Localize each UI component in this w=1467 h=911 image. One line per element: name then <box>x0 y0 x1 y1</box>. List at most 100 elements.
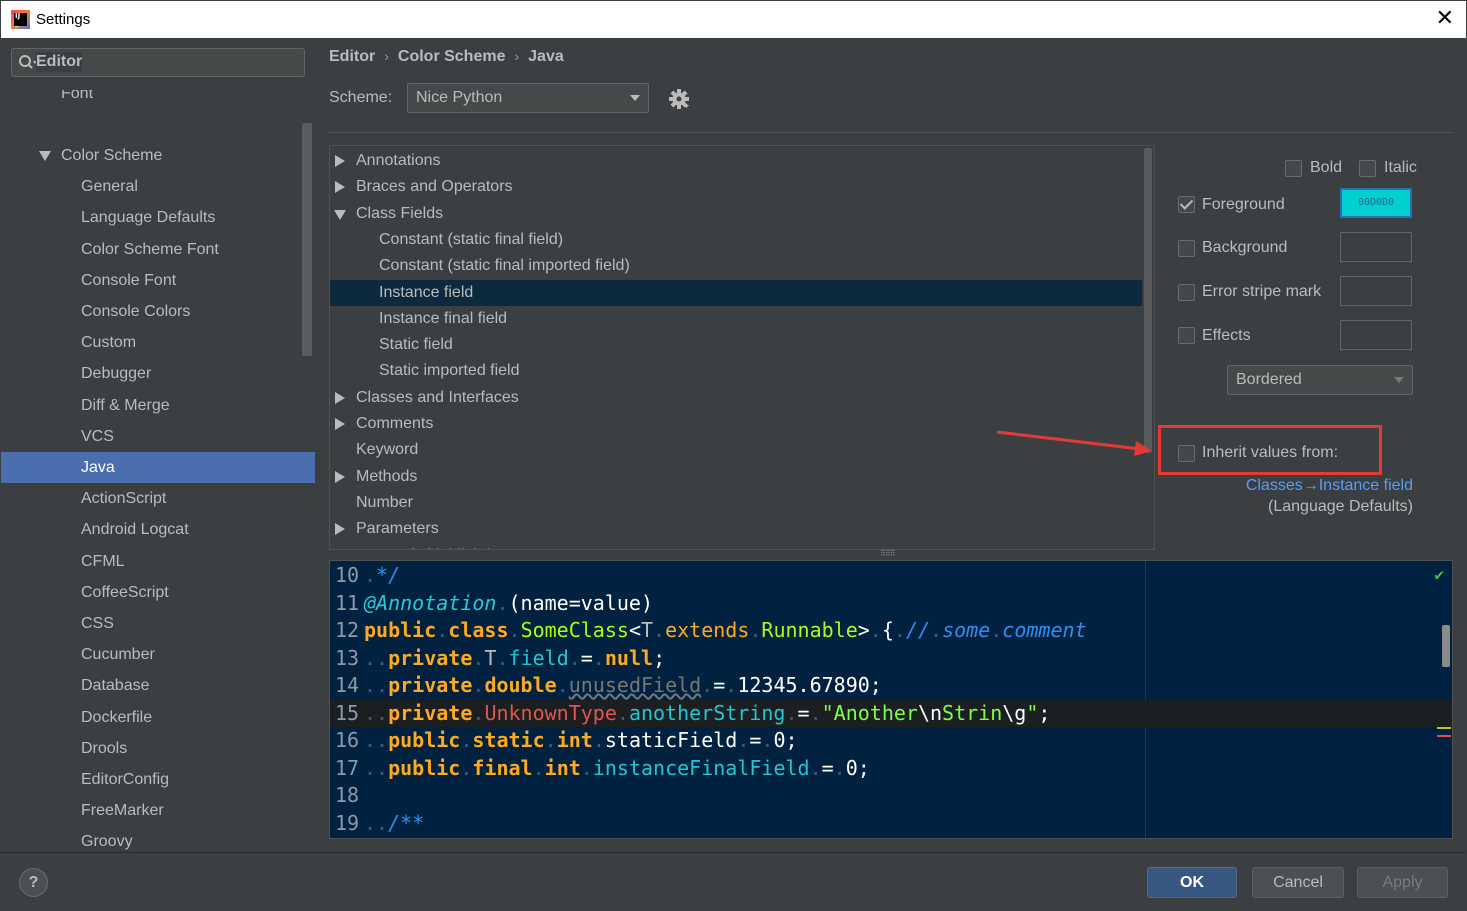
tree-row[interactable]: Methods <box>330 464 1142 490</box>
code-line: 11 @Annotation.(name=value) <box>330 590 1452 618</box>
sidebar-item[interactable]: VCS <box>1 421 315 452</box>
sidebar-item-label: FreeMarker <box>81 802 164 820</box>
code-preview[interactable]: 10 .*/ 11 @Annotation.(name=value) 12 publi… <box>329 560 1453 839</box>
ok-button[interactable]: OK <box>1147 867 1237 898</box>
code-scrollbar-thumb[interactable] <box>1442 625 1450 667</box>
sidebar-item[interactable]: CFML <box>1 546 315 577</box>
tree-row[interactable]: Classes and Interfaces <box>330 385 1142 411</box>
sidebar-item[interactable]: Custom <box>1 327 315 358</box>
sidebar-item[interactable]: Android Logcat <box>1 514 315 545</box>
splitter-handle[interactable]: ⠿⠿⠿ <box>880 550 900 558</box>
sidebar-item[interactable]: Java <box>1 452 315 483</box>
bold-checkbox[interactable] <box>1285 160 1302 177</box>
annotation-arrow-icon <box>996 430 1152 456</box>
tree-scrollbar-thumb[interactable] <box>1144 148 1152 453</box>
tree-scrollbar[interactable] <box>1142 146 1154 549</box>
sidebar-item[interactable]: Cucumber <box>1 639 315 670</box>
tree-row[interactable]: Instance final field <box>330 306 1142 332</box>
foreground-label: Foreground <box>1202 196 1285 213</box>
background-color-swatch[interactable] <box>1340 232 1412 262</box>
sidebar-item[interactable]: EditorConfig <box>1 764 315 795</box>
sidebar-item[interactable]: Drools <box>1 733 315 764</box>
inherit-source-link[interactable]: Classes→Instance field <box>1246 477 1413 495</box>
apply-button[interactable]: Apply <box>1357 867 1448 898</box>
chevron-down-icon[interactable] <box>39 151 51 161</box>
sidebar-item[interactable]: Color Scheme <box>1 140 315 171</box>
intellij-app-icon: IJ _ <box>11 10 30 29</box>
cancel-button[interactable]: Cancel <box>1252 867 1344 898</box>
sidebar-item-label: Java <box>81 459 115 476</box>
tree-row-label: Braces and Operators <box>356 178 513 196</box>
error-stripe-color-swatch[interactable] <box>1340 276 1412 306</box>
effects-checkbox[interactable] <box>1178 327 1195 344</box>
tree-row[interactable]: Parameters <box>330 516 1142 542</box>
line-number: 14 <box>335 673 360 697</box>
sidebar-item[interactable]: Diff & Merge <box>1 390 315 421</box>
sidebar-item[interactable]: ActionScript <box>1 483 315 514</box>
inherit-source-subtext: (Language Defaults) <box>1268 498 1413 515</box>
foreground-color-swatch[interactable]: 00D0D0 <box>1340 188 1412 218</box>
sidebar-item[interactable]: Font <box>1 90 315 109</box>
tree-row[interactable]: Annotations <box>330 148 1142 174</box>
tree-row[interactable]: Number <box>330 490 1142 516</box>
warning-stripe-mark[interactable] <box>1437 727 1451 729</box>
sidebar-item-label: Dockerfile <box>81 708 153 726</box>
tree-row[interactable]: Constant (static final field) <box>330 227 1142 253</box>
tree-row-label: Annotations <box>356 152 441 169</box>
tree-row-label: Constant (static final imported field) <box>379 257 630 275</box>
tree-row[interactable]: Class Fields <box>330 201 1142 227</box>
sidebar-item[interactable]: Groovy <box>1 826 315 852</box>
tree-row[interactable]: Static imported field <box>330 358 1142 384</box>
sidebar-item[interactable]: FreeMarker <box>1 795 315 826</box>
sidebar-item[interactable]: Console Font <box>1 265 315 296</box>
sidebar-item-label: Language Defaults <box>81 209 216 227</box>
checkmark-icon: ✔ <box>1434 565 1444 584</box>
sidebar-item-label: Debugger <box>81 365 152 383</box>
tree-row[interactable]: Braces and Operators <box>330 174 1142 200</box>
foreground-checkbox[interactable] <box>1178 196 1195 213</box>
line-number: 19 <box>335 810 360 835</box>
effect-type-dropdown[interactable]: Bordered <box>1227 365 1413 395</box>
sidebar-item[interactable]: General <box>1 171 315 202</box>
sidebar-item[interactable]: CoffeeScript <box>1 577 315 608</box>
help-button[interactable]: ? <box>19 868 48 897</box>
error-stripe-mark[interactable] <box>1437 735 1451 737</box>
chevron-right-icon[interactable] <box>335 155 345 167</box>
chevron-right-icon[interactable] <box>335 523 345 536</box>
tree-row[interactable]: Semantic highlighting <box>330 543 1142 550</box>
tree-row-label: Comments <box>356 415 434 432</box>
inherit-checkbox[interactable] <box>1178 445 1195 462</box>
line-number: 15 <box>335 700 360 725</box>
chevron-right-icon[interactable] <box>335 418 345 430</box>
sidebar-item[interactable]: Color Scheme Font <box>1 234 315 265</box>
sidebar-item-label: CoffeeScript <box>81 583 169 601</box>
error-stripe-checkbox[interactable] <box>1178 284 1195 301</box>
effects-color-swatch[interactable] <box>1340 320 1412 350</box>
tree-row[interactable]: Instance field <box>330 279 1142 306</box>
sidebar-item[interactable]: Dockerfile <box>1 702 315 733</box>
sidebar-item-label: Console Font <box>81 271 177 289</box>
tree-row[interactable]: Constant (static final imported field) <box>330 253 1142 279</box>
sidebar-item[interactable]: Database <box>1 670 315 701</box>
italic-checkbox[interactable] <box>1359 160 1376 177</box>
chevron-down-icon[interactable] <box>334 209 346 220</box>
sidebar-item-label: ActionScript <box>81 490 167 508</box>
sidebar-item-label: Console Colors <box>81 303 191 320</box>
chevron-right-icon[interactable] <box>335 470 345 483</box>
scheme-dropdown[interactable]: Nice Python <box>407 83 649 113</box>
tree-row-label: Static imported field <box>379 362 520 380</box>
sidebar-item[interactable]: Debugger <box>1 358 315 389</box>
sidebar-item[interactable]: Language Defaults <box>1 202 315 233</box>
line-number: 11 <box>335 590 360 615</box>
tree-row[interactable]: Static field <box>330 332 1142 358</box>
chevron-right-icon[interactable] <box>335 181 345 194</box>
color-attributes-tree: Annotations Braces and Operators Class Fie… <box>329 145 1155 550</box>
gear-icon[interactable] <box>668 88 690 110</box>
close-icon[interactable]: ✕ <box>1436 5 1454 31</box>
background-checkbox[interactable] <box>1178 240 1195 257</box>
sidebar-item[interactable]: CSS <box>1 608 315 639</box>
breadcrumb: Editor › Color Scheme › Java <box>329 48 564 66</box>
sidebar-item[interactable]: Console Colors <box>1 296 315 327</box>
chevron-right-icon[interactable] <box>335 391 345 404</box>
sidebar-scrollbar[interactable] <box>302 123 312 356</box>
